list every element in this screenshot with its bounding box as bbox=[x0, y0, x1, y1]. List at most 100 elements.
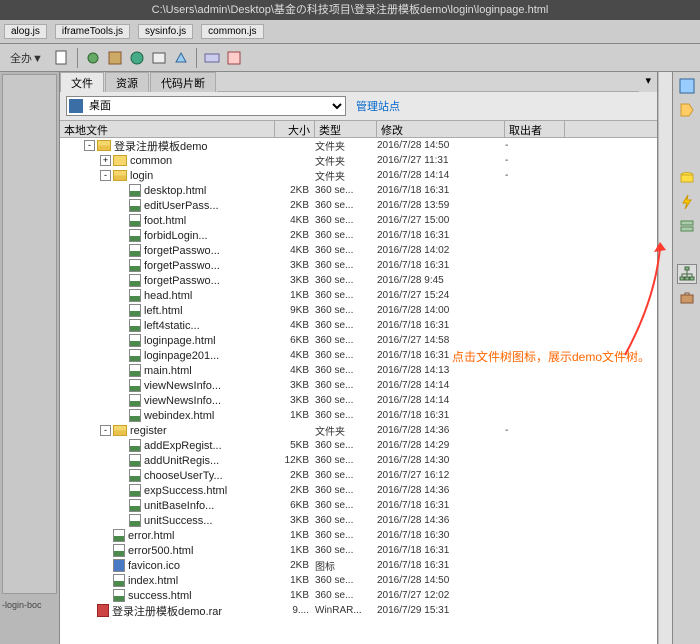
col-type[interactable]: 类型 bbox=[315, 121, 377, 137]
file-row[interactable]: error500.html1KB360 se...2016/7/18 16:31 bbox=[60, 543, 657, 558]
col-date[interactable]: 修改 bbox=[377, 121, 505, 137]
file-row[interactable]: forgetPasswo...4KB360 se...2016/7/28 14:… bbox=[60, 243, 657, 258]
file-row[interactable]: editUserPass...2KB360 se...2016/7/28 13:… bbox=[60, 198, 657, 213]
file-row[interactable]: addExpRegist...5KB360 se...2016/7/28 14:… bbox=[60, 438, 657, 453]
tab-snippets[interactable]: 代码片断 bbox=[150, 72, 216, 92]
toolbar-dropdown[interactable]: 全办▼ bbox=[4, 48, 49, 68]
briefcase-icon[interactable] bbox=[677, 288, 697, 308]
date-cell: 2016/7/18 16:31 bbox=[377, 230, 505, 241]
db-icon[interactable] bbox=[677, 168, 697, 188]
tree-icon[interactable] bbox=[677, 264, 697, 284]
file-row[interactable]: forbidLogin...2KB360 se...2016/7/18 16:3… bbox=[60, 228, 657, 243]
date-cell: 2016/7/18 16:31 bbox=[377, 560, 505, 571]
date-cell: 2016/7/28 14:13 bbox=[377, 365, 505, 376]
folder-row[interactable]: -登录注册模板demo文件夹2016/7/28 14:50- bbox=[60, 138, 657, 153]
col-name[interactable]: 本地文件 bbox=[60, 121, 275, 137]
tool-icon[interactable] bbox=[203, 49, 221, 67]
separator bbox=[196, 48, 197, 68]
filename: register bbox=[130, 425, 167, 437]
expand-toggle[interactable]: - bbox=[100, 170, 111, 181]
file-row[interactable]: index.html1KB360 se...2016/7/28 14:50 bbox=[60, 573, 657, 588]
date-cell: 2016/7/29 15:31 bbox=[377, 605, 505, 616]
size-cell: 1KB bbox=[275, 410, 315, 421]
date-cell: 2016/7/28 14:36 bbox=[377, 515, 505, 526]
type-cell: 文件夹 bbox=[315, 423, 377, 438]
col-size[interactable]: 大小 bbox=[275, 121, 315, 137]
file-row[interactable]: unitSuccess...3KB360 se...2016/7/28 14:3… bbox=[60, 513, 657, 528]
file-row[interactable]: expSuccess.html2KB360 se...2016/7/28 14:… bbox=[60, 483, 657, 498]
file-row[interactable]: favicon.ico2KB图标2016/7/18 16:31 bbox=[60, 558, 657, 573]
file-row[interactable]: webindex.html1KB360 se...2016/7/18 16:31 bbox=[60, 408, 657, 423]
doc-tab[interactable]: sysinfo.js bbox=[138, 24, 193, 39]
folder-open-icon bbox=[97, 140, 111, 151]
size-cell: 6KB bbox=[275, 500, 315, 511]
filename: loginpage201... bbox=[144, 350, 219, 362]
size-cell: 1KB bbox=[275, 530, 315, 541]
manage-sites-link[interactable]: 管理站点 bbox=[356, 98, 400, 114]
type-cell: 文件夹 bbox=[315, 153, 377, 168]
tab-assets[interactable]: 资源 bbox=[105, 72, 149, 92]
filename: loginpage.html bbox=[144, 335, 216, 347]
tool-icon[interactable] bbox=[150, 49, 168, 67]
folder-icon bbox=[113, 155, 127, 166]
location-select[interactable]: 桌面 bbox=[66, 96, 346, 116]
lightning-icon[interactable] bbox=[677, 192, 697, 212]
date-cell: 2016/7/18 16:31 bbox=[377, 500, 505, 511]
expand-toggle[interactable]: - bbox=[100, 425, 111, 436]
type-cell: 360 se... bbox=[315, 455, 377, 466]
file-row[interactable]: desktop.html2KB360 se...2016/7/18 16:31 bbox=[60, 183, 657, 198]
size-cell: 2KB bbox=[275, 185, 315, 196]
file-row[interactable]: head.html1KB360 se...2016/7/27 15:24 bbox=[60, 288, 657, 303]
file-row[interactable]: loginpage.html6KB360 se...2016/7/27 14:5… bbox=[60, 333, 657, 348]
tool-icon[interactable] bbox=[106, 49, 124, 67]
folder-row[interactable]: -register文件夹2016/7/28 14:36- bbox=[60, 423, 657, 438]
globe-icon[interactable] bbox=[128, 49, 146, 67]
tag-icon[interactable] bbox=[677, 100, 697, 120]
type-cell: 360 se... bbox=[315, 350, 377, 361]
filename: common bbox=[130, 155, 172, 167]
file-row[interactable]: viewNewsInfo...3KB360 se...2016/7/28 14:… bbox=[60, 393, 657, 408]
file-row[interactable]: foot.html4KB360 se...2016/7/27 15:00 bbox=[60, 213, 657, 228]
file-row[interactable]: left4static...4KB360 se...2016/7/18 16:3… bbox=[60, 318, 657, 333]
filename: success.html bbox=[128, 590, 192, 602]
size-cell: 6KB bbox=[275, 335, 315, 346]
file-row[interactable]: success.html1KB360 se...2016/7/27 12:02 bbox=[60, 588, 657, 603]
expand-toggle[interactable]: - bbox=[84, 140, 95, 151]
col-user[interactable]: 取出者 bbox=[505, 121, 565, 137]
folder-row[interactable]: +common文件夹2016/7/27 11:31- bbox=[60, 153, 657, 168]
folder-row[interactable]: -login文件夹2016/7/28 14:14- bbox=[60, 168, 657, 183]
panel-menu-icon[interactable]: ▾ bbox=[639, 72, 657, 92]
server-icon[interactable] bbox=[677, 216, 697, 236]
file-row[interactable]: forgetPasswo...3KB360 se...2016/7/18 16:… bbox=[60, 258, 657, 273]
tool-icon[interactable] bbox=[84, 49, 102, 67]
date-cell: 2016/7/28 14:50 bbox=[377, 575, 505, 586]
tool-icon[interactable] bbox=[172, 49, 190, 67]
size-cell: 12KB bbox=[275, 455, 315, 466]
file-row[interactable]: viewNewsInfo...3KB360 se...2016/7/28 14:… bbox=[60, 378, 657, 393]
file-row[interactable]: addUnitRegis...12KB360 se...2016/7/28 14… bbox=[60, 453, 657, 468]
file-row[interactable]: chooseUserTy...2KB360 se...2016/7/27 16:… bbox=[60, 468, 657, 483]
file-row[interactable]: forgetPasswo...3KB360 se...2016/7/28 9:4… bbox=[60, 273, 657, 288]
file-row[interactable]: main.html4KB360 se...2016/7/28 14:13 bbox=[60, 363, 657, 378]
file-row[interactable]: 登录注册模板demo.rar9....WinRAR...2016/7/29 15… bbox=[60, 603, 657, 618]
file-row[interactable]: unitBaseInfo...6KB360 se...2016/7/18 16:… bbox=[60, 498, 657, 513]
folder-open-icon bbox=[113, 170, 127, 181]
type-cell: 360 se... bbox=[315, 515, 377, 526]
doc-icon[interactable] bbox=[53, 49, 71, 67]
tab-files[interactable]: 文件 bbox=[60, 72, 104, 92]
doc-tab[interactable]: alog.js bbox=[4, 24, 47, 39]
file-row[interactable]: left.html9KB360 se...2016/7/28 14:00 bbox=[60, 303, 657, 318]
css-icon[interactable] bbox=[677, 76, 697, 96]
scrollbar[interactable] bbox=[658, 72, 672, 644]
size-cell: 4KB bbox=[275, 320, 315, 331]
tool-icon[interactable] bbox=[225, 49, 243, 67]
date-cell: 2016/7/28 9:45 bbox=[377, 275, 505, 286]
tree-body[interactable]: -登录注册模板demo文件夹2016/7/28 14:50- + common 文件夹… bbox=[60, 138, 657, 644]
html-file-icon bbox=[129, 274, 141, 287]
expand-toggle[interactable]: + bbox=[100, 155, 111, 166]
doc-tab[interactable]: common.js bbox=[201, 24, 263, 39]
user-cell: - bbox=[505, 140, 565, 151]
file-row[interactable]: error.html1KB360 se...2016/7/18 16:30 bbox=[60, 528, 657, 543]
doc-tab[interactable]: iframeTools.js bbox=[55, 24, 130, 39]
size-cell: 2KB bbox=[275, 230, 315, 241]
